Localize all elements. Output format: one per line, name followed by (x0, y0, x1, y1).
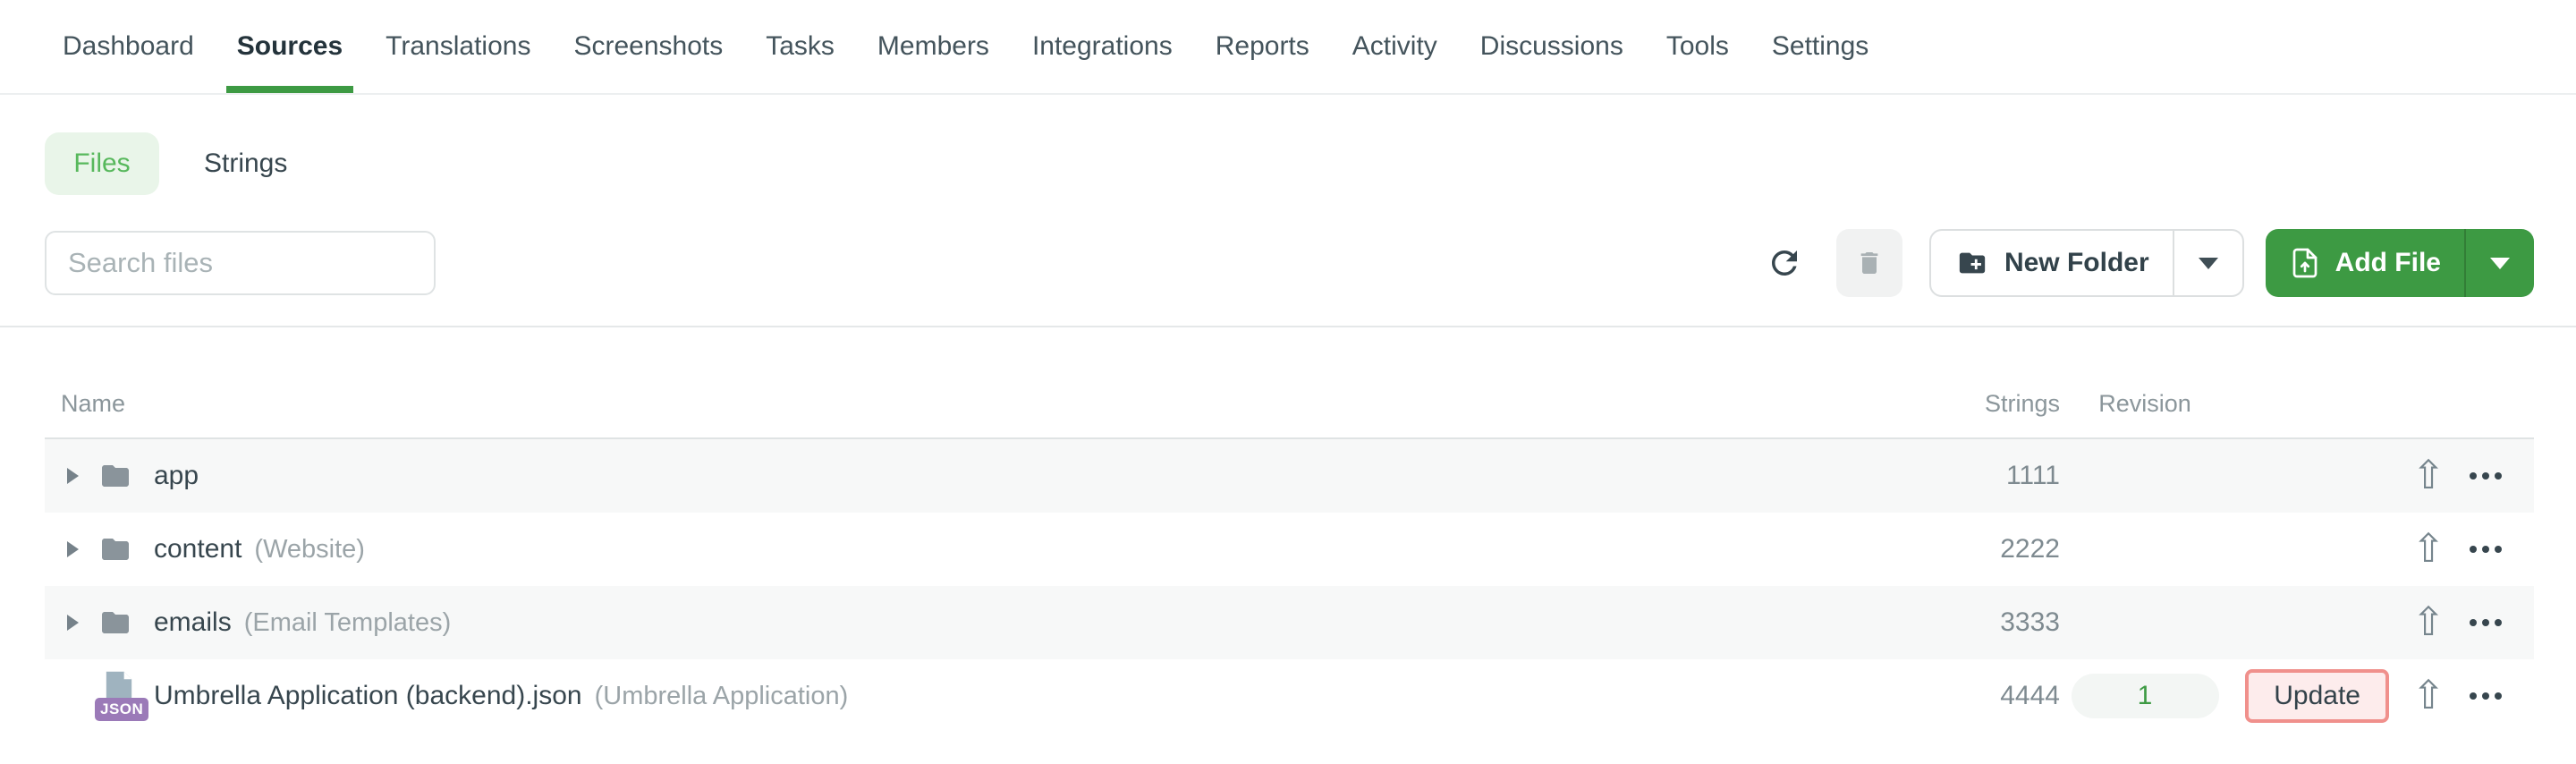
folder-name[interactable]: emails (154, 607, 232, 638)
folder-note: (Website) (254, 534, 365, 564)
column-header-name[interactable]: Name (45, 390, 1899, 418)
dot (2470, 692, 2477, 700)
dot (2495, 692, 2502, 700)
name-cell: emails (Email Templates) (45, 598, 1899, 648)
dot (2470, 619, 2477, 626)
table-row: content (Website) 2222 ⇧ (45, 513, 2534, 586)
dot (2470, 472, 2477, 480)
strings-count: 3333 (2000, 607, 2060, 637)
view-switch: Files Strings (0, 132, 2576, 195)
name-cell: app (45, 451, 1899, 501)
dot (2495, 472, 2502, 480)
caret-right-icon (66, 615, 79, 631)
search-input[interactable] (45, 231, 436, 295)
project-nav: Dashboard Sources Translations Screensho… (0, 0, 2576, 95)
folder-note: (Email Templates) (243, 607, 452, 637)
actions-cell: Update ⇧ (2230, 669, 2534, 723)
nav-item-activity[interactable]: Activity (1342, 0, 1448, 93)
delete-button[interactable] (1835, 229, 1902, 297)
update-button[interactable]: Update (2245, 669, 2389, 723)
add-file-button-group: Add File (2265, 229, 2534, 297)
table-header: Name Strings Revision (45, 327, 2534, 439)
caret-right-icon (66, 468, 79, 484)
column-header-strings[interactable]: Strings (1899, 390, 2060, 418)
nav-item-settings[interactable]: Settings (1761, 0, 1879, 93)
folder-icon (95, 451, 136, 501)
actions-cell: ⇧ (2230, 603, 2534, 642)
expand-toggle[interactable] (61, 458, 84, 494)
nav-item-reports[interactable]: Reports (1205, 0, 1320, 93)
chevron-down-icon (2490, 257, 2510, 269)
toolbar: New Folder Add File (0, 229, 2576, 297)
table-row: app 1111 ⇧ (45, 439, 2534, 513)
nav-item-screenshots[interactable]: Screenshots (563, 0, 733, 93)
new-folder-label: New Folder (2004, 248, 2149, 277)
dot (2482, 619, 2489, 626)
new-folder-button[interactable]: New Folder (1931, 231, 2173, 295)
json-badge: JSON (95, 698, 149, 721)
sources-page: Dashboard Sources Translations Screensho… (0, 0, 2576, 764)
row-menu-button[interactable] (2468, 463, 2504, 488)
folder-icon (95, 598, 136, 648)
strings-count: 1111 (2005, 461, 2060, 490)
folder-name[interactable]: content (154, 534, 242, 565)
dot (2482, 546, 2489, 553)
upload-icon[interactable]: ⇧ (2411, 456, 2446, 496)
strings-count: 4444 (2000, 681, 2060, 710)
folder-name[interactable]: app (154, 461, 199, 491)
file-note: (Umbrella Application) (594, 681, 849, 710)
nav-item-discussions[interactable]: Discussions (1470, 0, 1634, 93)
dot (2482, 692, 2489, 700)
nav-item-tasks[interactable]: Tasks (755, 0, 845, 93)
caret-right-icon (66, 541, 79, 557)
new-folder-dropdown-toggle[interactable] (2174, 231, 2242, 295)
json-file-icon: JSON (95, 671, 149, 721)
table-row: emails (Email Templates) 3333 ⇧ (45, 586, 2534, 659)
row-menu-button[interactable] (2468, 683, 2504, 709)
expand-toggle[interactable] (61, 531, 84, 567)
dot (2495, 619, 2502, 626)
nav-item-dashboard[interactable]: Dashboard (52, 0, 205, 93)
file-upload-icon (2289, 247, 2321, 279)
expand-toggle[interactable] (61, 605, 84, 641)
folder-plus-icon (1954, 248, 1990, 278)
nav-item-sources[interactable]: Sources (225, 0, 354, 93)
dot (2470, 546, 2477, 553)
add-file-dropdown-toggle[interactable] (2466, 229, 2534, 297)
file-name[interactable]: Umbrella Application (backend).json (154, 681, 582, 711)
expand-spacer (61, 678, 84, 714)
refresh-icon (1766, 244, 1803, 282)
row-menu-button[interactable] (2468, 537, 2504, 562)
actions-cell: ⇧ (2230, 530, 2534, 569)
upload-icon[interactable]: ⇧ (2411, 676, 2446, 716)
nav-item-tools[interactable]: Tools (1656, 0, 1740, 93)
upload-icon[interactable]: ⇧ (2411, 530, 2446, 569)
name-cell: content (Website) (45, 524, 1899, 574)
add-file-button[interactable]: Add File (2266, 229, 2464, 297)
revision-cell: 1 (2060, 674, 2230, 718)
folder-icon (95, 524, 136, 574)
add-file-label: Add File (2334, 248, 2441, 277)
table-row: JSON Umbrella Application (backend).json… (45, 659, 2534, 733)
new-folder-button-group: New Folder (1928, 229, 2244, 297)
column-header-revision[interactable]: Revision (2060, 390, 2230, 418)
actions-cell: ⇧ (2230, 456, 2534, 496)
name-cell: JSON Umbrella Application (backend).json… (45, 671, 1899, 721)
dot (2495, 546, 2502, 553)
chevron-down-icon (2198, 257, 2218, 269)
dot (2482, 472, 2489, 480)
tab-strings[interactable]: Strings (204, 149, 287, 179)
trash-icon (1855, 247, 1884, 279)
revision-badge[interactable]: 1 (2071, 674, 2219, 718)
nav-item-members[interactable]: Members (867, 0, 1000, 93)
nav-item-translations[interactable]: Translations (375, 0, 541, 93)
files-table: Name Strings Revision app 1111 ⇧ content… (45, 327, 2534, 733)
refresh-button[interactable] (1765, 243, 1804, 283)
row-menu-button[interactable] (2468, 610, 2504, 635)
upload-icon[interactable]: ⇧ (2411, 603, 2446, 642)
strings-count: 2222 (2000, 534, 2060, 564)
nav-item-integrations[interactable]: Integrations (1021, 0, 1183, 93)
tab-files[interactable]: Files (45, 132, 159, 195)
